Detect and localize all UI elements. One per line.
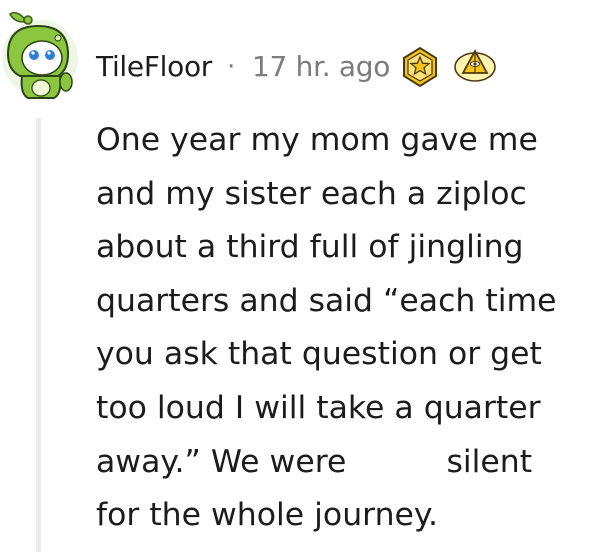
gold-star-award-icon[interactable] xyxy=(398,44,442,88)
comment-text-line: and my sister each a ziploc xyxy=(96,175,527,212)
comment-author[interactable]: TileFloor xyxy=(96,47,212,87)
comment-text-line: quarters and said “each time xyxy=(96,282,557,319)
comment-text-line: One year my mom gave me xyxy=(96,122,538,158)
meta-separator: · xyxy=(227,52,236,82)
comment-text-line: about a third full of jingling xyxy=(96,229,524,266)
snoo-avatar-icon xyxy=(2,11,78,99)
helpful-pyramid-award-icon[interactable] xyxy=(453,43,497,87)
comment-text-line: for the whole journey. xyxy=(96,497,439,534)
comment-header: TileFloor · 17 hr. ago xyxy=(0,0,599,120)
comment-text-line: away.” We were silent xyxy=(96,443,533,480)
comment-timestamp[interactable]: 17 hr. ago xyxy=(252,47,390,87)
comment-body: One year my mom gave me and my sister ea… xyxy=(96,114,591,543)
user-avatar[interactable] xyxy=(2,8,82,100)
comment-text-line: you ask that question or get xyxy=(96,336,542,373)
comment-text-line: too loud I will take a quarter xyxy=(96,389,541,426)
thread-collapse-line[interactable] xyxy=(36,118,41,552)
